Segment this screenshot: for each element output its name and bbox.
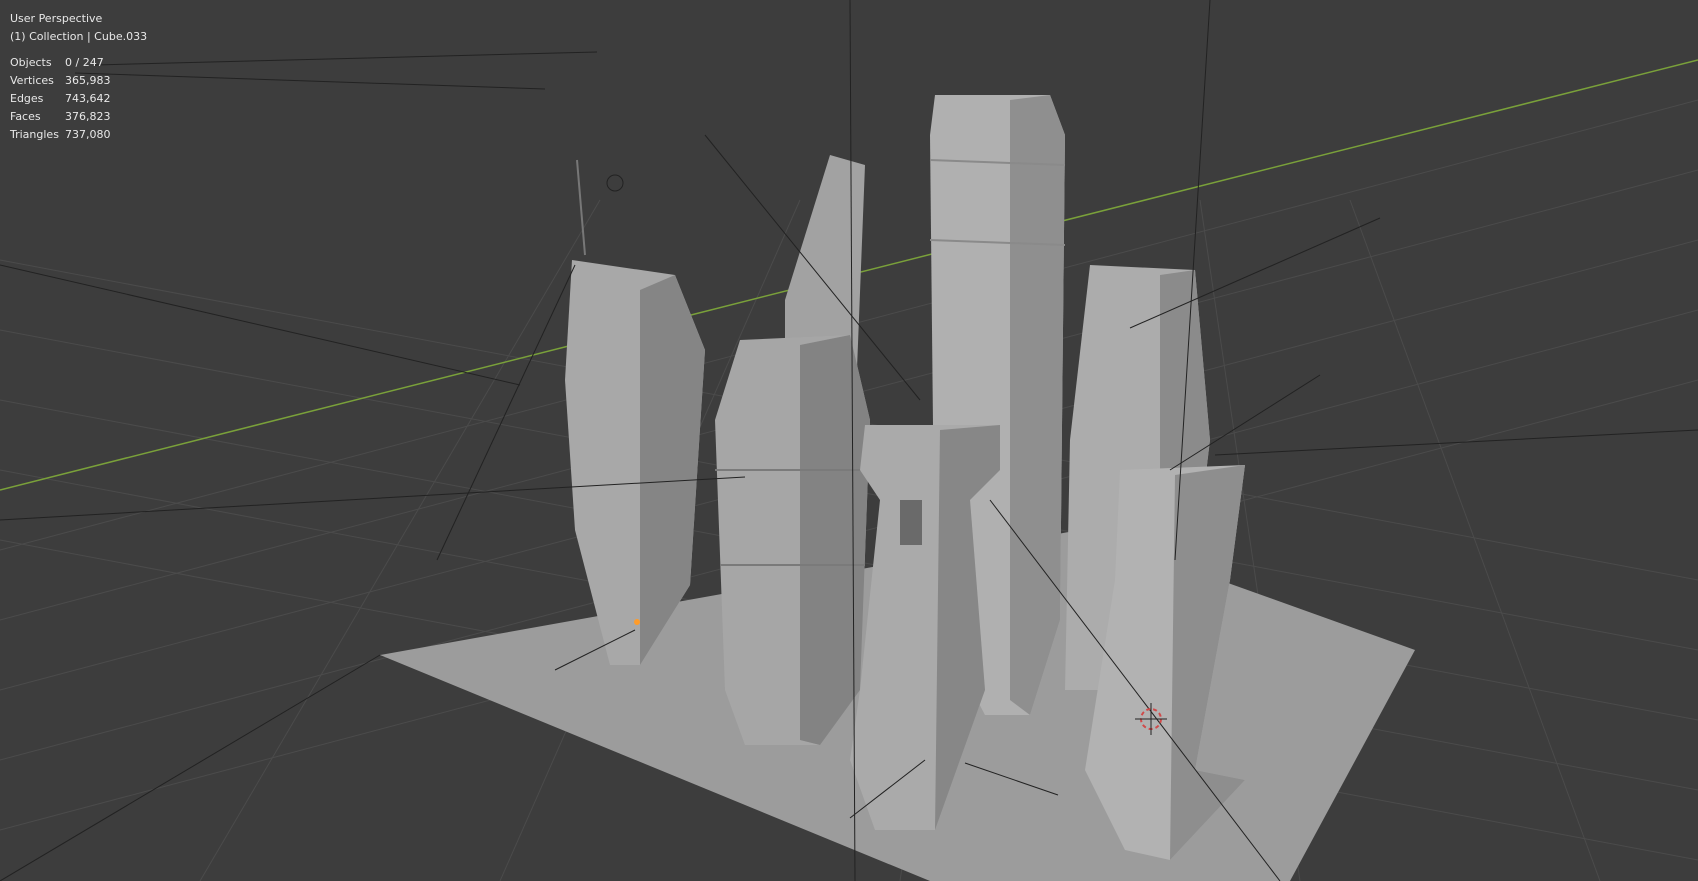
- view-mode-label: User Perspective: [10, 12, 103, 25]
- stat-row: Objects 0 / 247: [10, 54, 111, 72]
- object-origin-icon: [634, 619, 640, 625]
- stat-label: Faces: [10, 110, 41, 123]
- tower-middle: [715, 335, 870, 745]
- 3d-viewport[interactable]: [0, 0, 1698, 881]
- stat-value: 365,983: [65, 74, 111, 87]
- stat-label: Objects: [10, 56, 52, 69]
- stat-row: Triangles 737,080: [10, 126, 111, 144]
- stat-value: 743,642: [65, 92, 111, 105]
- stat-value: 737,080: [65, 128, 111, 141]
- stat-label: Edges: [10, 92, 44, 105]
- scene-statistics: Objects 0 / 247 Vertices 365,983 Edges 7…: [10, 54, 111, 144]
- context-label: (1) Collection | Cube.033: [10, 30, 148, 43]
- stat-label: Triangles: [10, 128, 59, 141]
- stat-value: 376,823: [65, 110, 111, 123]
- stat-value: 0 / 247: [65, 56, 104, 69]
- stat-label: Vertices: [10, 74, 54, 87]
- stat-row: Faces 376,823: [10, 108, 111, 126]
- viewport-text-overlay: User Perspective (1) Collection | Cube.0…: [10, 10, 147, 144]
- stat-row: Edges 743,642: [10, 90, 111, 108]
- stat-row: Vertices 365,983: [10, 72, 111, 90]
